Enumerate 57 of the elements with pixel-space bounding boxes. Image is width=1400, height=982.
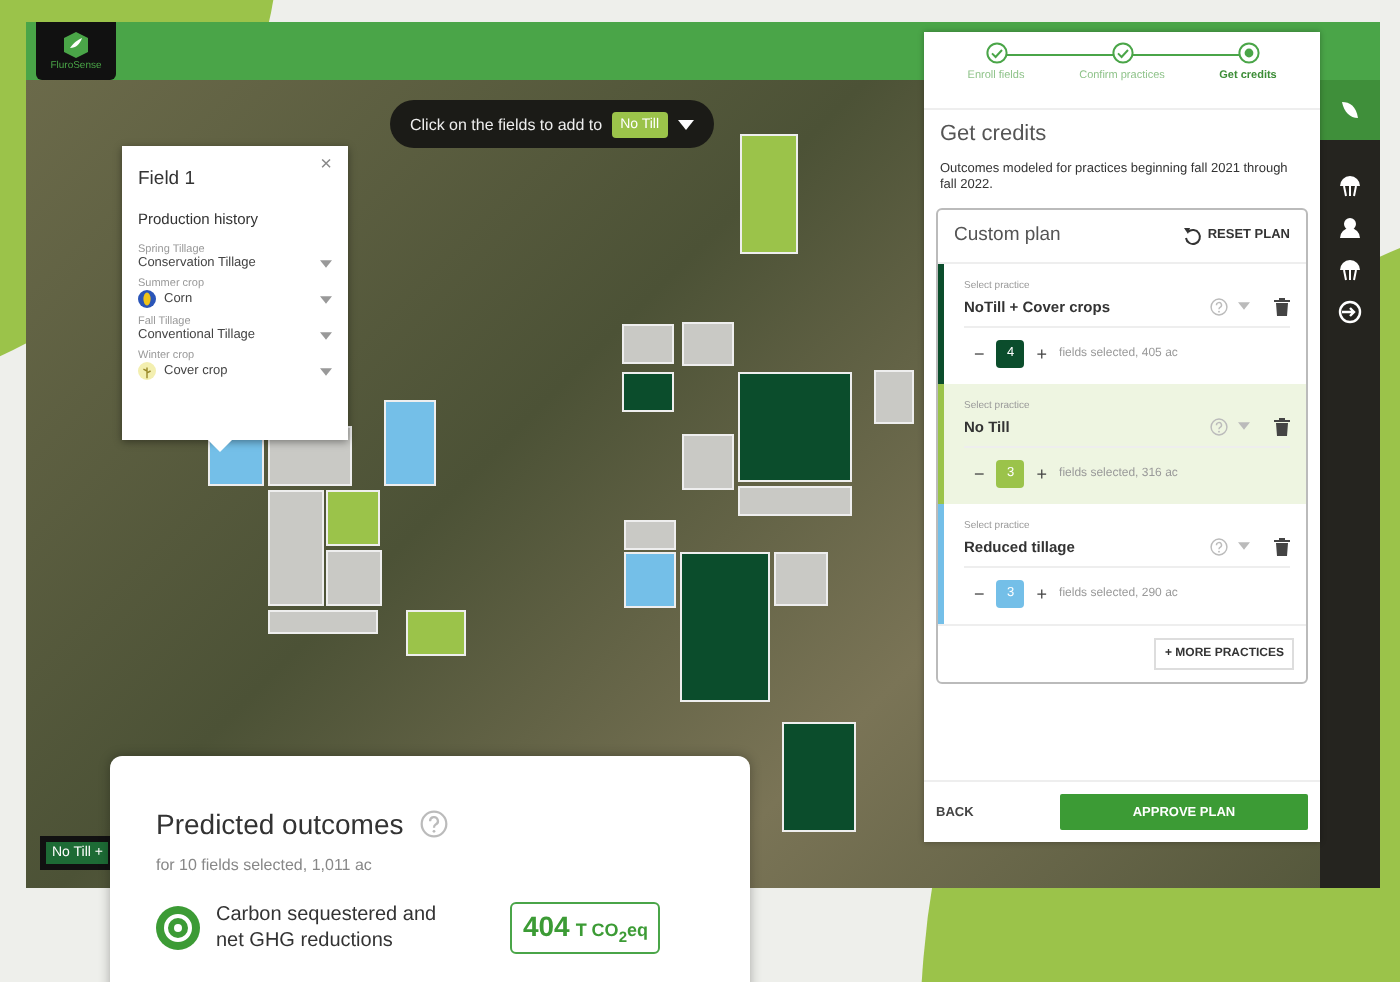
field-plot[interactable] bbox=[624, 552, 676, 608]
increment-button[interactable]: + bbox=[1036, 343, 1048, 364]
field-plot[interactable] bbox=[622, 324, 674, 364]
increment-button[interactable]: + bbox=[1036, 463, 1048, 484]
field-plot[interactable] bbox=[738, 372, 852, 482]
instruction-text: Click on the fields to add to bbox=[410, 115, 603, 133]
field-plot[interactable] bbox=[874, 370, 914, 424]
field-plot[interactable] bbox=[268, 610, 378, 634]
trash-icon bbox=[1274, 297, 1290, 316]
field-plot[interactable] bbox=[622, 372, 674, 412]
delete-button[interactable] bbox=[1274, 297, 1290, 316]
metric-value: 404 bbox=[522, 910, 570, 943]
field-plot[interactable] bbox=[624, 520, 676, 550]
outcomes-title: Predicted outcomes bbox=[156, 808, 404, 840]
close-button[interactable]: × bbox=[320, 154, 332, 176]
undo-icon bbox=[1181, 225, 1202, 246]
field-plot[interactable] bbox=[268, 490, 324, 606]
help-icon[interactable] bbox=[1210, 417, 1228, 436]
popup-title: Field 1 bbox=[138, 168, 198, 190]
metric-unit: T CO$_{2}$eq bbox=[575, 920, 648, 946]
leaf-button[interactable] bbox=[1320, 80, 1380, 140]
decrement-button[interactable]: − bbox=[974, 343, 985, 364]
leaf-cube-icon bbox=[64, 31, 88, 57]
field-plot[interactable] bbox=[682, 434, 734, 490]
field-plot[interactable] bbox=[740, 134, 798, 254]
delete-button[interactable] bbox=[1274, 417, 1290, 436]
field-plot[interactable] bbox=[682, 322, 734, 366]
target-icon bbox=[156, 906, 200, 950]
field-plot[interactable] bbox=[384, 400, 436, 486]
field-plot[interactable] bbox=[406, 610, 466, 656]
trash-icon bbox=[1274, 537, 1290, 556]
help-icon[interactable] bbox=[1210, 537, 1228, 556]
corn-icon bbox=[138, 290, 156, 308]
field-plot[interactable] bbox=[774, 552, 828, 606]
field-plot[interactable] bbox=[782, 722, 856, 832]
user-icon[interactable] bbox=[1338, 216, 1362, 240]
decrement-button[interactable]: − bbox=[974, 583, 985, 604]
trash-icon bbox=[1274, 417, 1290, 436]
panel-title: Get credits bbox=[940, 122, 1049, 146]
metric-label: Carbon sequestered and net GHG reductions bbox=[216, 902, 439, 954]
field-plot[interactable] bbox=[326, 490, 380, 546]
field-plot[interactable] bbox=[738, 486, 852, 516]
outcomes-subtitle: for 10 fields selected, 1,011 ac bbox=[156, 856, 374, 874]
leaf-icon bbox=[1338, 98, 1362, 122]
help-icon[interactable] bbox=[1210, 297, 1228, 316]
plan-title: Custom plan bbox=[954, 224, 1061, 247]
delete-button[interactable] bbox=[1274, 537, 1290, 556]
sprout-icon bbox=[138, 362, 156, 380]
decrement-button[interactable]: − bbox=[974, 463, 985, 484]
parachute-icon[interactable] bbox=[1338, 258, 1362, 282]
increment-button[interactable]: + bbox=[1036, 583, 1048, 604]
parachute-icon[interactable] bbox=[1338, 174, 1362, 198]
login-icon[interactable] bbox=[1338, 300, 1362, 324]
help-icon[interactable] bbox=[419, 810, 448, 838]
field-plot[interactable] bbox=[326, 550, 382, 606]
field-plot[interactable] bbox=[680, 552, 770, 702]
caret-icon[interactable] bbox=[677, 119, 694, 129]
